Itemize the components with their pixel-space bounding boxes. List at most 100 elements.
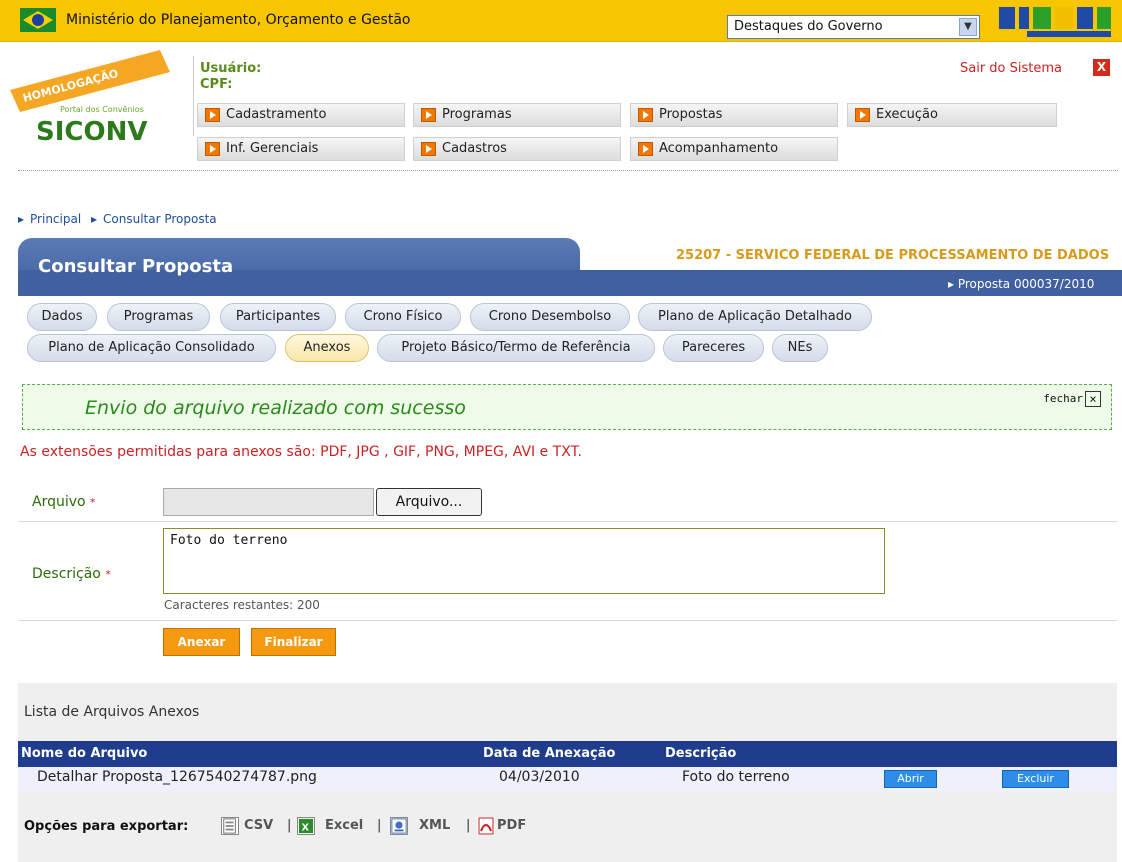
breadcrumb-arrow-icon: ▸ <box>18 212 25 226</box>
menu-acompanhamento[interactable]: Acompanhamento <box>630 137 838 161</box>
required-mark: * <box>105 568 111 581</box>
menu-cadastros[interactable]: Cadastros <box>413 137 621 161</box>
column-header-name: Nome do Arquivo <box>21 746 148 761</box>
menu-programas[interactable]: Programas <box>413 103 621 127</box>
attached-files-title: Lista de Arquivos Anexos <box>24 704 200 720</box>
form-divider <box>18 521 1117 522</box>
csv-icon[interactable] <box>221 817 239 835</box>
breadcrumb-principal[interactable]: Principal <box>30 212 81 226</box>
close-label: fechar <box>1043 392 1083 405</box>
highlights-select[interactable]: Destaques do Governo ▼ <box>727 15 980 39</box>
logout-close-icon[interactable]: X <box>1093 59 1110 76</box>
arrow-right-icon <box>421 142 436 156</box>
organization-name: 25207 - SERVICO FEDERAL DE PROCESSAMENTO… <box>676 248 1110 263</box>
remaining-characters: Caracteres restantes: 200 <box>164 598 320 612</box>
menu-label: Execução <box>876 107 938 122</box>
breadcrumb-consultar-proposta[interactable]: Consultar Proposta <box>103 212 217 226</box>
export-xml[interactable]: XML <box>419 818 450 833</box>
table-header: Nome do Arquivo Data de Anexação Descriç… <box>18 741 1117 767</box>
date-cell: 04/03/2010 <box>499 769 580 785</box>
svg-text:SICONV: SICONV <box>36 117 147 147</box>
close-icon[interactable]: × <box>1085 391 1101 407</box>
tab-pareceres[interactable]: Pareceres <box>663 334 764 362</box>
arrow-right-icon <box>638 142 653 156</box>
open-file-button[interactable]: Abrir <box>884 770 937 788</box>
government-bar: Ministério do Planejamento, Orçamento e … <box>0 0 1122 42</box>
description-label-text: Descrição <box>32 566 101 582</box>
required-mark: * <box>90 496 96 509</box>
arrow-right-icon <box>205 142 220 156</box>
menu-execucao[interactable]: Execução <box>847 103 1057 127</box>
tab-anexos[interactable]: Anexos <box>285 334 369 362</box>
menu-propostas[interactable]: Propostas <box>630 103 838 127</box>
svg-text:X: X <box>302 822 310 833</box>
success-message-text: Envio do arquivo realizado com sucesso <box>85 397 466 419</box>
siconv-logo[interactable]: HOMOLOGAÇÃO Portal dos Convênios SICONV <box>10 50 186 160</box>
file-path-input[interactable] <box>163 488 374 516</box>
extensions-note: As extensões permitidas para anexos são:… <box>20 444 582 460</box>
attach-button[interactable]: Anexar <box>163 628 240 656</box>
menu-label: Programas <box>442 107 512 122</box>
menu-label: Cadastros <box>442 141 507 156</box>
chevron-down-icon[interactable]: ▼ <box>959 18 977 36</box>
header-divider <box>193 56 194 136</box>
form-divider <box>18 620 1117 621</box>
menu-cadastramento[interactable]: Cadastramento <box>197 103 405 127</box>
arrow-right-icon <box>205 108 220 122</box>
cpf-label: CPF: <box>200 77 233 92</box>
menu-inf-gerenciais[interactable]: Inf. Gerenciais <box>197 137 405 161</box>
tab-projeto-basico[interactable]: Projeto Básico/Termo de Referência <box>377 334 655 362</box>
logout-link[interactable]: Sair do Sistema <box>960 61 1062 76</box>
export-csv[interactable]: CSV <box>244 818 273 833</box>
column-header-date: Data de Anexação <box>483 746 616 761</box>
file-label: Arquivo * <box>32 494 96 510</box>
column-header-description: Descrição <box>665 746 737 761</box>
table-row: Detalhar Proposta_1267540274787.png 04/0… <box>18 767 1117 791</box>
pdf-icon[interactable] <box>477 817 495 835</box>
proposal-number-text: Proposta 000037/2010 <box>957 277 1095 291</box>
export-label-text: Opções para exportar: <box>24 819 189 834</box>
menu-label: Inf. Gerenciais <box>226 141 319 156</box>
tab-nes[interactable]: NEs <box>772 334 828 362</box>
delete-file-button[interactable]: Excluir <box>1002 770 1069 788</box>
excel-icon[interactable]: X <box>297 817 315 835</box>
tab-crono-fisico[interactable]: Crono Físico <box>345 303 461 331</box>
description-textarea[interactable]: Foto do terreno <box>163 528 885 594</box>
arrow-right-icon <box>421 108 436 122</box>
svg-text:Portal dos Convênios: Portal dos Convênios <box>60 104 144 114</box>
browse-file-button[interactable]: Arquivo... <box>376 488 482 516</box>
finish-button[interactable]: Finalizar <box>251 628 336 656</box>
description-label: Descrição * <box>32 566 111 582</box>
tab-programas[interactable]: Programas <box>107 303 210 331</box>
page-title: Consultar Proposta <box>38 256 234 277</box>
proposal-number: ▸ Proposta 000037/2010 <box>948 277 1095 291</box>
export-excel[interactable]: Excel <box>325 818 363 833</box>
tab-crono-desembolso[interactable]: Crono Desembolso <box>470 303 630 331</box>
user-info: Usuário: CPF: <box>200 61 261 93</box>
tab-dados[interactable]: Dados <box>27 303 97 331</box>
menu-label: Propostas <box>659 107 723 122</box>
site-header: HOMOLOGAÇÃO Portal dos Convênios SICONV … <box>0 42 1122 170</box>
tab-plano-aplicacao-consolidado[interactable]: Plano de Aplicação Consolidado <box>27 334 276 362</box>
header-separator <box>18 170 1118 171</box>
brasil-logo <box>999 7 1111 37</box>
highlights-select-value: Destaques do Governo <box>734 19 883 34</box>
close-message-button[interactable]: fechar × <box>1043 391 1101 407</box>
menu-label: Cadastramento <box>226 107 327 122</box>
tab-plano-aplicacao-detalhado[interactable]: Plano de Aplicação Detalhado <box>638 303 872 331</box>
description-cell: Foto do terreno <box>682 769 790 785</box>
tab-participantes[interactable]: Participantes <box>220 303 336 331</box>
xml-icon[interactable] <box>390 817 408 835</box>
breadcrumb: ▸ Principal ▸ Consultar Proposta <box>18 212 223 226</box>
separator: | <box>287 818 292 833</box>
export-pdf[interactable]: PDF <box>497 818 526 833</box>
export-label: Opções para exportar: <box>24 819 188 834</box>
ministry-title: Ministério do Planejamento, Orçamento e … <box>66 12 411 28</box>
breadcrumb-arrow-icon: ▸ <box>91 212 98 226</box>
arrow-right-icon <box>638 108 653 122</box>
menu-label: Acompanhamento <box>659 141 779 156</box>
separator: | <box>466 818 471 833</box>
file-label-text: Arquivo <box>32 494 86 510</box>
success-message: Envio do arquivo realizado com sucesso f… <box>22 384 1112 430</box>
arrow-right-icon <box>855 108 870 122</box>
